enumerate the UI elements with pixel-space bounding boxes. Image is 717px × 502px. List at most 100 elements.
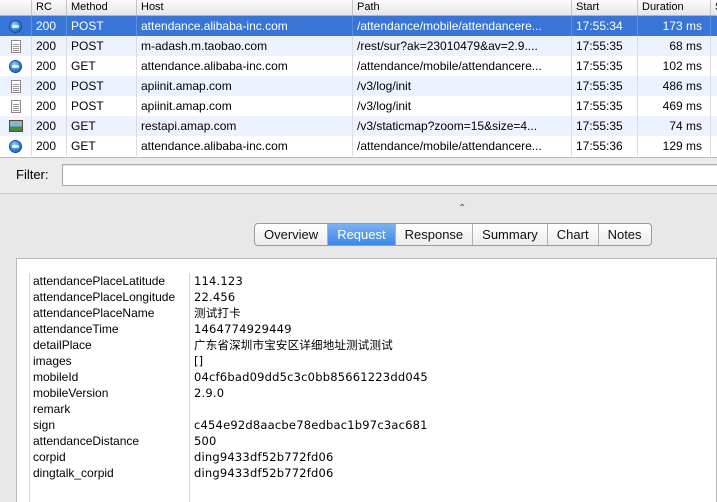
param-key: attendancePlaceLongitude bbox=[33, 290, 176, 304]
param-value: c454e92d8aacbe78edbac1b97c3ac681 bbox=[194, 418, 428, 432]
row-size bbox=[711, 16, 717, 36]
param-row[interactable]: images [] bbox=[29, 353, 716, 369]
param-row[interactable]: mobileVersion 2.9.0 bbox=[29, 385, 716, 401]
param-value: ding9433df52b772fd06 bbox=[194, 466, 334, 480]
row-rc: 200 bbox=[32, 56, 67, 76]
row-rc: 200 bbox=[32, 76, 67, 96]
param-row[interactable]: mobileId 04cf6bad09dd5c3c0bb85661223dd045 bbox=[29, 369, 716, 385]
param-row[interactable]: sign c454e92d8aacbe78edbac1b97c3ac681 bbox=[29, 417, 716, 433]
row-size bbox=[711, 76, 717, 96]
column-header-icon[interactable] bbox=[0, 0, 32, 15]
row-size bbox=[711, 96, 717, 116]
row-duration: 129 ms bbox=[638, 136, 711, 156]
column-header-host[interactable]: Host bbox=[137, 0, 353, 15]
charles-proxy-window: RC Method Host Path Start Duration S 200… bbox=[0, 0, 717, 502]
document-icon bbox=[10, 99, 21, 113]
row-size bbox=[711, 36, 717, 56]
param-row[interactable]: corpid ding9433df52b772fd06 bbox=[29, 449, 716, 465]
table-row[interactable]: 200 GET attendance.alibaba-inc.com/attenda… bbox=[0, 56, 717, 76]
param-key: dingtalk_corpid bbox=[33, 466, 114, 480]
globe-icon bbox=[9, 139, 22, 153]
row-path: /v3/log/init bbox=[353, 76, 572, 96]
globe-icon bbox=[9, 59, 22, 73]
param-key: attendanceDistance bbox=[33, 434, 140, 448]
table-row[interactable]: 200 POST apiinit.amap.com/v3/log/init 17:55… bbox=[0, 96, 717, 116]
param-key: images bbox=[33, 354, 72, 368]
column-header-path[interactable]: Path bbox=[353, 0, 572, 15]
column-header-method[interactable]: Method bbox=[67, 0, 137, 15]
param-value: 500 bbox=[194, 434, 217, 448]
row-icon-cell bbox=[0, 16, 32, 36]
row-host: apiinit.amap.com bbox=[137, 76, 353, 96]
param-row[interactable]: remark bbox=[29, 401, 716, 417]
row-icon-cell bbox=[0, 116, 32, 136]
row-path: /rest/sur?ak=23010479&av=2.9.... bbox=[353, 36, 572, 56]
row-duration: 173 ms bbox=[638, 16, 711, 36]
detail-tabs: Overview Request Response Summary Chart Notes bbox=[254, 223, 652, 246]
detail-panel: ⌃ Overview Request Response Summary Chart Not… bbox=[0, 193, 717, 502]
table-row[interactable]: 200 POST attendance.alibaba-inc.com/attend… bbox=[0, 16, 717, 36]
row-method: GET bbox=[67, 56, 137, 76]
row-path: /attendance/mobile/attendancere... bbox=[353, 16, 572, 36]
row-icon-cell bbox=[0, 76, 32, 96]
table-row[interactable]: 200 GET restapi.amap.com/v3/staticmap?zoom… bbox=[0, 116, 717, 136]
table-row[interactable]: 200 POST m-adash.m.taobao.com/rest/sur?ak=… bbox=[0, 36, 717, 56]
row-rc: 200 bbox=[32, 136, 67, 156]
row-start-time: 17:55:34 bbox=[572, 16, 638, 36]
request-table: RC Method Host Path Start Duration S 200… bbox=[0, 0, 717, 158]
column-header-start[interactable]: Start bbox=[572, 0, 638, 15]
column-header-duration[interactable]: Duration bbox=[638, 0, 711, 15]
row-method: POST bbox=[67, 16, 137, 36]
param-key: detailPlace bbox=[33, 338, 92, 352]
tab-notes[interactable]: Notes bbox=[599, 224, 651, 245]
column-header-rc[interactable]: RC bbox=[32, 0, 67, 15]
document-icon bbox=[10, 39, 21, 53]
row-host: attendance.alibaba-inc.com bbox=[137, 136, 353, 156]
row-duration: 68 ms bbox=[638, 36, 711, 56]
row-path: /attendance/mobile/attendancere... bbox=[353, 136, 572, 156]
row-icon-cell bbox=[0, 136, 32, 156]
param-row[interactable]: attendanceDistance 500 bbox=[29, 433, 716, 449]
param-row[interactable]: attendanceTime 1464774929449 bbox=[29, 321, 716, 337]
request-params-table: attendancePlaceLatitude 114.123 attendance… bbox=[29, 273, 716, 481]
param-row[interactable]: attendancePlaceLatitude 114.123 bbox=[29, 273, 716, 289]
filter-input[interactable] bbox=[62, 164, 717, 186]
row-size bbox=[711, 56, 717, 76]
param-value: 广东省深圳市宝安区详细地址测试测试 bbox=[194, 338, 393, 352]
tab-overview[interactable]: Overview bbox=[255, 224, 329, 245]
tab-chart[interactable]: Chart bbox=[548, 224, 599, 245]
row-icon-cell bbox=[0, 56, 32, 76]
table-row[interactable]: 200 POST apiinit.amap.com/v3/log/init 17:55… bbox=[0, 76, 717, 96]
column-header-size[interactable]: S bbox=[711, 0, 717, 15]
row-size bbox=[711, 136, 717, 156]
split-pane-handle-icon[interactable]: ⌃ bbox=[458, 204, 466, 214]
image-icon bbox=[8, 120, 23, 132]
row-method: POST bbox=[67, 36, 137, 56]
param-value: 1464774929449 bbox=[194, 322, 292, 336]
row-start-time: 17:55:35 bbox=[572, 116, 638, 136]
request-table-header: RC Method Host Path Start Duration S bbox=[0, 0, 717, 16]
param-row[interactable]: attendancePlaceLongitude 22.456 bbox=[29, 289, 716, 305]
tab-summary[interactable]: Summary bbox=[473, 224, 548, 245]
row-duration: 74 ms bbox=[638, 116, 711, 136]
row-start-time: 17:55:35 bbox=[572, 56, 638, 76]
row-icon-cell bbox=[0, 36, 32, 56]
row-rc: 200 bbox=[32, 16, 67, 36]
row-host: attendance.alibaba-inc.com bbox=[137, 16, 353, 36]
tab-request[interactable]: Request bbox=[328, 224, 396, 245]
table-row[interactable]: 200 GET attendance.alibaba-inc.com/attenda… bbox=[0, 136, 717, 156]
row-icon-cell bbox=[0, 96, 32, 116]
row-method: GET bbox=[67, 116, 137, 136]
param-value: 2.9.0 bbox=[194, 386, 225, 400]
row-host: m-adash.m.taobao.com bbox=[137, 36, 353, 56]
row-host: apiinit.amap.com bbox=[137, 96, 353, 116]
request-rows: 200 POST attendance.alibaba-inc.com/attend… bbox=[0, 16, 717, 156]
tab-response[interactable]: Response bbox=[396, 224, 474, 245]
param-row[interactable]: attendancePlaceName 测试打卡 bbox=[29, 305, 716, 321]
filter-bar: Filter: bbox=[0, 158, 717, 192]
row-host: restapi.amap.com bbox=[137, 116, 353, 136]
param-row[interactable]: detailPlace 广东省深圳市宝安区详细地址测试测试 bbox=[29, 337, 716, 353]
param-key: mobileVersion bbox=[33, 386, 109, 400]
row-size bbox=[711, 116, 717, 136]
param-row[interactable]: dingtalk_corpid ding9433df52b772fd06 bbox=[29, 465, 716, 481]
